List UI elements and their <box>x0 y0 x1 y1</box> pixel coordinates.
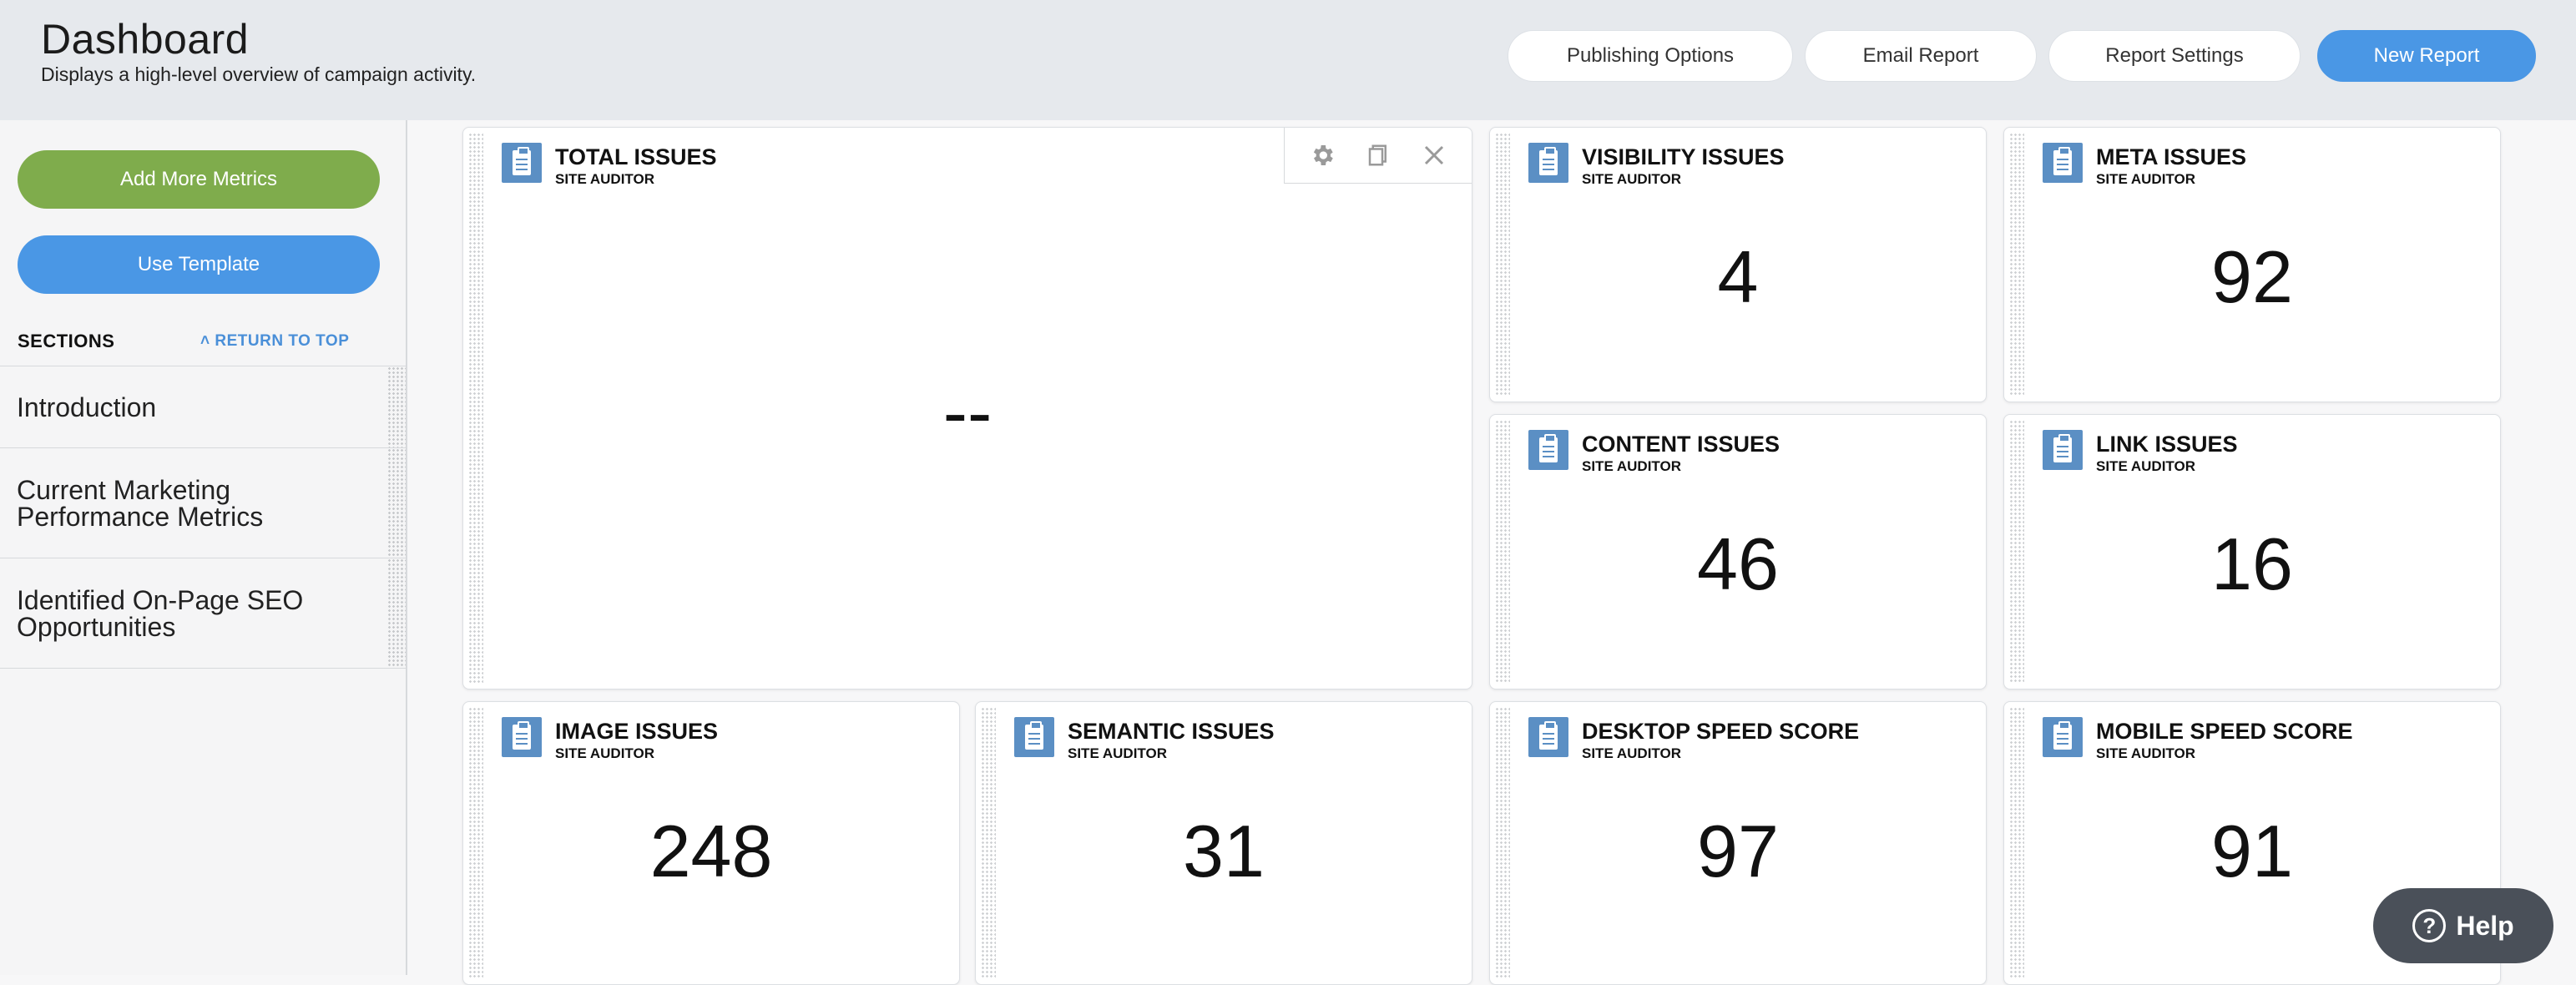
widget-source: SITE AUDITOR <box>1582 171 1682 187</box>
widget-title: TOTAL ISSUES <box>555 144 717 169</box>
widget-title: IMAGE ISSUES <box>555 719 719 744</box>
widget-total-issues[interactable]: TOTAL ISSUES SITE AUDITOR -- <box>462 127 1472 690</box>
close-icon[interactable] <box>1417 139 1451 172</box>
clipboard-icon <box>1528 717 1568 757</box>
clipboard-icon <box>1528 430 1568 470</box>
page-title: Dashboard <box>41 16 250 63</box>
widget-value: 4 <box>1717 235 1759 318</box>
widget-source: SITE AUDITOR <box>2096 458 2196 474</box>
report-settings-button[interactable]: Report Settings <box>2048 30 2301 82</box>
widget-title: SEMANTIC ISSUES <box>1068 719 1275 744</box>
clipboard-icon <box>2043 143 2083 183</box>
widget-title: DESKTOP SPEED SCORE <box>1582 719 1860 744</box>
widget-value: 46 <box>1697 523 1779 605</box>
widget-value: 248 <box>649 810 773 892</box>
drag-handle[interactable] <box>387 366 406 447</box>
widget-source: SITE AUDITOR <box>1582 745 1682 761</box>
return-to-top-link[interactable]: ˄ RETURN TO TOP <box>200 332 349 351</box>
widget-title: META ISSUES <box>2096 144 2247 169</box>
help-label: Help <box>2456 910 2514 941</box>
widget-value: 97 <box>1697 810 1779 892</box>
widget-title: CONTENT ISSUES <box>1582 432 1780 457</box>
widget-link-issues[interactable]: LINK ISSUES SITE AUDITOR 16 <box>2003 414 2501 690</box>
help-button[interactable]: ? Help <box>2373 888 2553 963</box>
widget-value: -- <box>942 371 993 453</box>
widget-source: SITE AUDITOR <box>1582 458 1682 474</box>
widget-value: 16 <box>2211 523 2293 605</box>
section-item-onpage-seo[interactable]: Identified On-Page SEO Opportunities <box>0 558 406 669</box>
sidebar: Add More Metrics Use Template SECTIONS ˄… <box>0 120 407 975</box>
widget-source: SITE AUDITOR <box>555 745 655 761</box>
section-item-label: Current Marketing Performance Metrics <box>17 474 264 532</box>
clipboard-icon <box>1528 143 1568 183</box>
widget-content-issues[interactable]: CONTENT ISSUES SITE AUDITOR 46 <box>1489 414 1987 690</box>
sections-heading: SECTIONS <box>18 331 115 351</box>
publishing-options-button[interactable]: Publishing Options <box>1508 30 1793 82</box>
clipboard-icon <box>502 717 542 757</box>
widget-desktop-speed-score[interactable]: DESKTOP SPEED SCORE SITE AUDITOR 97 <box>1489 701 1987 985</box>
clipboard-icon <box>2043 430 2083 470</box>
chevron-up-icon: ˄ <box>200 332 210 350</box>
widget-title: LINK ISSUES <box>2096 432 2238 457</box>
section-item-current-marketing[interactable]: Current Marketing Performance Metrics <box>0 448 406 558</box>
section-item-label: Identified On-Page SEO Opportunities <box>17 584 304 642</box>
return-to-top-label: RETURN TO TOP <box>215 332 350 350</box>
page-header: Dashboard Displays a high-level overview… <box>0 0 2576 120</box>
new-report-button[interactable]: New Report <box>2317 30 2536 82</box>
email-report-button[interactable]: Email Report <box>1805 30 2037 82</box>
gear-icon[interactable] <box>1306 139 1339 172</box>
widget-meta-issues[interactable]: META ISSUES SITE AUDITOR 92 <box>2003 127 2501 402</box>
widget-image-issues[interactable]: IMAGE ISSUES SITE AUDITOR 248 <box>462 701 960 985</box>
clipboard-icon <box>1014 717 1054 757</box>
clipboard-icon <box>502 143 542 183</box>
question-circle-icon: ? <box>2412 909 2447 942</box>
widget-source: SITE AUDITOR <box>555 171 655 187</box>
widget-source: SITE AUDITOR <box>2096 171 2196 187</box>
widget-source: SITE AUDITOR <box>2096 745 2196 761</box>
drag-handle[interactable] <box>387 448 406 558</box>
widget-source: SITE AUDITOR <box>1068 745 1168 761</box>
clipboard-icon <box>2043 717 2083 757</box>
add-more-metrics-button[interactable]: Add More Metrics <box>18 150 380 209</box>
widget-semantic-issues[interactable]: SEMANTIC ISSUES SITE AUDITOR 31 <box>975 701 1472 985</box>
page-subtitle: Displays a high-level overview of campai… <box>41 63 477 85</box>
widget-value: 92 <box>2211 235 2293 318</box>
sections-list: Introduction Current Marketing Performan… <box>0 366 406 669</box>
widget-value: 31 <box>1183 810 1265 892</box>
drag-handle[interactable] <box>387 558 406 668</box>
copy-icon[interactable] <box>1361 139 1395 172</box>
widget-value: 91 <box>2211 810 2293 892</box>
section-item-label: Introduction <box>17 391 157 422</box>
widget-visibility-issues[interactable]: VISIBILITY ISSUES SITE AUDITOR 4 <box>1489 127 1987 402</box>
widget-title: MOBILE SPEED SCORE <box>2096 719 2353 744</box>
widget-title: VISIBILITY ISSUES <box>1582 144 1785 169</box>
use-template-button[interactable]: Use Template <box>18 235 380 294</box>
section-item-introduction[interactable]: Introduction <box>0 366 406 448</box>
widget-toolbar <box>1284 128 1472 184</box>
